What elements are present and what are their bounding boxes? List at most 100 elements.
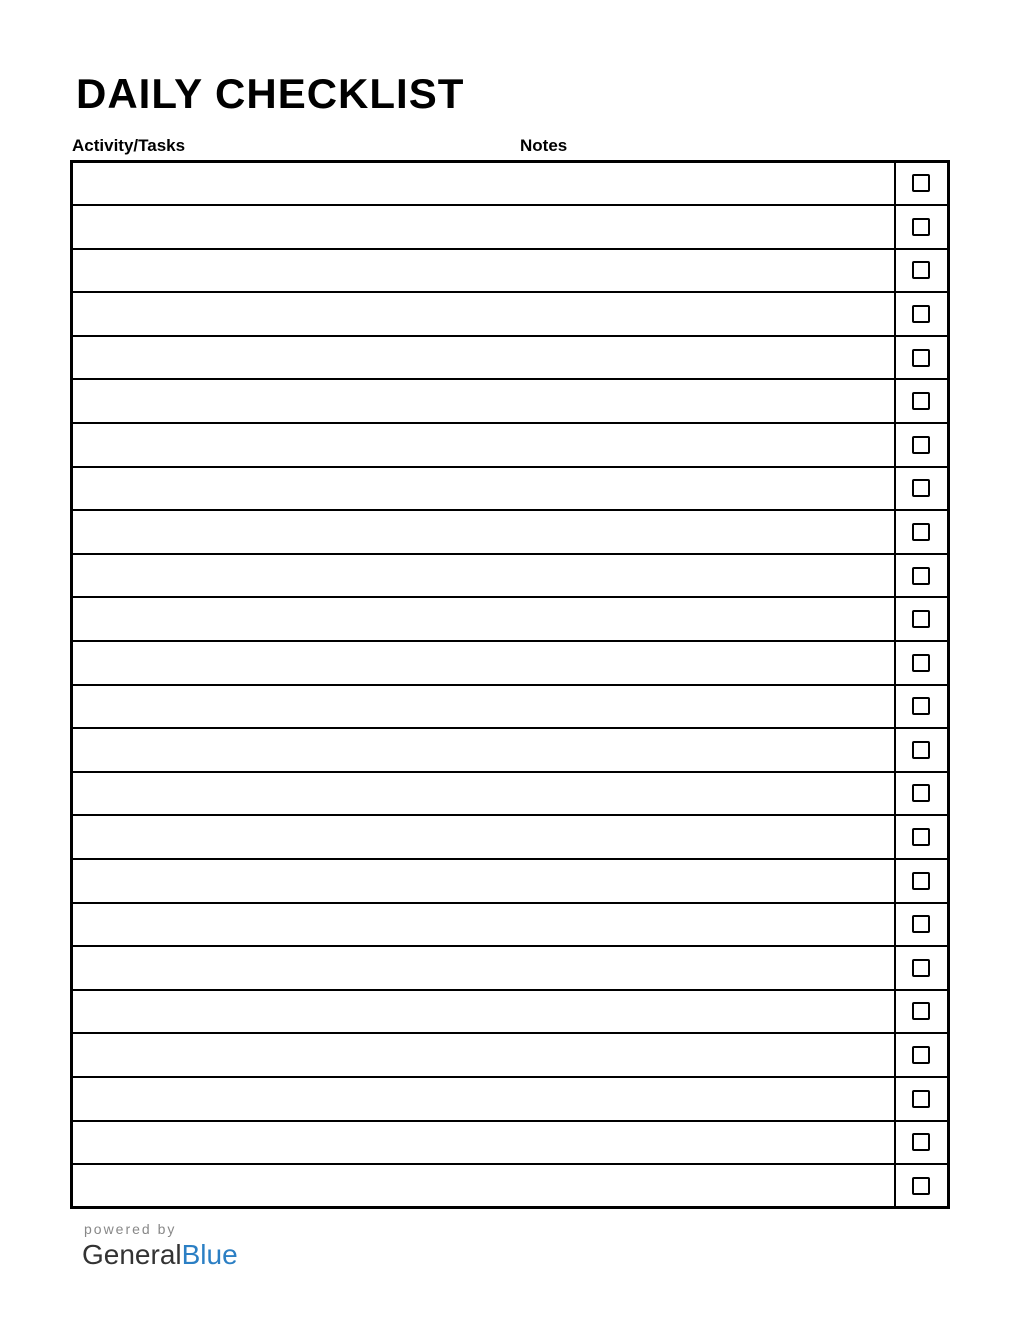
activity-cell[interactable] [72, 903, 517, 947]
check-cell [895, 859, 949, 903]
checkbox-icon[interactable] [912, 305, 930, 323]
activity-cell[interactable] [72, 205, 517, 249]
activity-cell[interactable] [72, 292, 517, 336]
table-row [72, 1033, 949, 1077]
table-row [72, 336, 949, 380]
activity-cell[interactable] [72, 467, 517, 511]
check-cell [895, 467, 949, 511]
notes-cell[interactable] [517, 859, 895, 903]
checkbox-icon[interactable] [912, 174, 930, 192]
checkbox-icon[interactable] [912, 261, 930, 279]
table-row [72, 772, 949, 816]
check-cell [895, 903, 949, 947]
notes-cell[interactable] [517, 772, 895, 816]
activity-cell[interactable] [72, 1033, 517, 1077]
activity-cell[interactable] [72, 162, 517, 206]
checkbox-icon[interactable] [912, 784, 930, 802]
checkbox-icon[interactable] [912, 392, 930, 410]
header-notes: Notes [520, 136, 567, 156]
checkbox-icon[interactable] [912, 741, 930, 759]
notes-cell[interactable] [517, 597, 895, 641]
table-row [72, 728, 949, 772]
checkbox-icon[interactable] [912, 436, 930, 454]
checkbox-icon[interactable] [912, 218, 930, 236]
activity-cell[interactable] [72, 336, 517, 380]
notes-cell[interactable] [517, 510, 895, 554]
activity-cell[interactable] [72, 815, 517, 859]
checkbox-icon[interactable] [912, 523, 930, 541]
notes-cell[interactable] [517, 1077, 895, 1121]
activity-cell[interactable] [72, 1077, 517, 1121]
check-cell [895, 597, 949, 641]
notes-cell[interactable] [517, 162, 895, 206]
activity-cell[interactable] [72, 379, 517, 423]
footer: powered by GeneralBlue [82, 1221, 950, 1271]
notes-cell[interactable] [517, 205, 895, 249]
activity-cell[interactable] [72, 1121, 517, 1165]
check-cell [895, 205, 949, 249]
activity-cell[interactable] [72, 946, 517, 990]
notes-cell[interactable] [517, 728, 895, 772]
checkbox-icon[interactable] [912, 915, 930, 933]
activity-cell[interactable] [72, 772, 517, 816]
table-row [72, 379, 949, 423]
checkbox-icon[interactable] [912, 654, 930, 672]
activity-cell[interactable] [72, 728, 517, 772]
notes-cell[interactable] [517, 903, 895, 947]
checkbox-icon[interactable] [912, 1002, 930, 1020]
checkbox-icon[interactable] [912, 1133, 930, 1151]
table-row [72, 685, 949, 729]
notes-cell[interactable] [517, 467, 895, 511]
notes-cell[interactable] [517, 249, 895, 293]
check-cell [895, 423, 949, 467]
notes-cell[interactable] [517, 423, 895, 467]
checkbox-icon[interactable] [912, 1090, 930, 1108]
checkbox-icon[interactable] [912, 697, 930, 715]
activity-cell[interactable] [72, 423, 517, 467]
checkbox-icon[interactable] [912, 349, 930, 367]
table-row [72, 641, 949, 685]
activity-cell[interactable] [72, 990, 517, 1034]
activity-cell[interactable] [72, 597, 517, 641]
activity-cell[interactable] [72, 554, 517, 598]
notes-cell[interactable] [517, 554, 895, 598]
checkbox-icon[interactable] [912, 872, 930, 890]
check-cell [895, 162, 949, 206]
check-cell [895, 815, 949, 859]
table-row [72, 1121, 949, 1165]
activity-cell[interactable] [72, 685, 517, 729]
notes-cell[interactable] [517, 946, 895, 990]
table-row [72, 162, 949, 206]
activity-cell[interactable] [72, 641, 517, 685]
checkbox-icon[interactable] [912, 479, 930, 497]
notes-cell[interactable] [517, 685, 895, 729]
checkbox-icon[interactable] [912, 610, 930, 628]
checklist-table [70, 160, 950, 1209]
activity-cell[interactable] [72, 859, 517, 903]
notes-cell[interactable] [517, 336, 895, 380]
check-cell [895, 1164, 949, 1208]
check-cell [895, 728, 949, 772]
notes-cell[interactable] [517, 379, 895, 423]
checkbox-icon[interactable] [912, 1046, 930, 1064]
checkbox-icon[interactable] [912, 828, 930, 846]
page-title: DAILY CHECKLIST [76, 70, 950, 118]
table-row [72, 903, 949, 947]
checkbox-icon[interactable] [912, 959, 930, 977]
checkbox-icon[interactable] [912, 1177, 930, 1195]
table-row [72, 815, 949, 859]
activity-cell[interactable] [72, 249, 517, 293]
notes-cell[interactable] [517, 815, 895, 859]
notes-cell[interactable] [517, 292, 895, 336]
notes-cell[interactable] [517, 1033, 895, 1077]
checkbox-icon[interactable] [912, 567, 930, 585]
notes-cell[interactable] [517, 990, 895, 1034]
notes-cell[interactable] [517, 1121, 895, 1165]
activity-cell[interactable] [72, 1164, 517, 1208]
notes-cell[interactable] [517, 1164, 895, 1208]
table-row [72, 292, 949, 336]
brand-part1: General [82, 1239, 182, 1270]
notes-cell[interactable] [517, 641, 895, 685]
powered-by-label: powered by [84, 1221, 950, 1237]
activity-cell[interactable] [72, 510, 517, 554]
